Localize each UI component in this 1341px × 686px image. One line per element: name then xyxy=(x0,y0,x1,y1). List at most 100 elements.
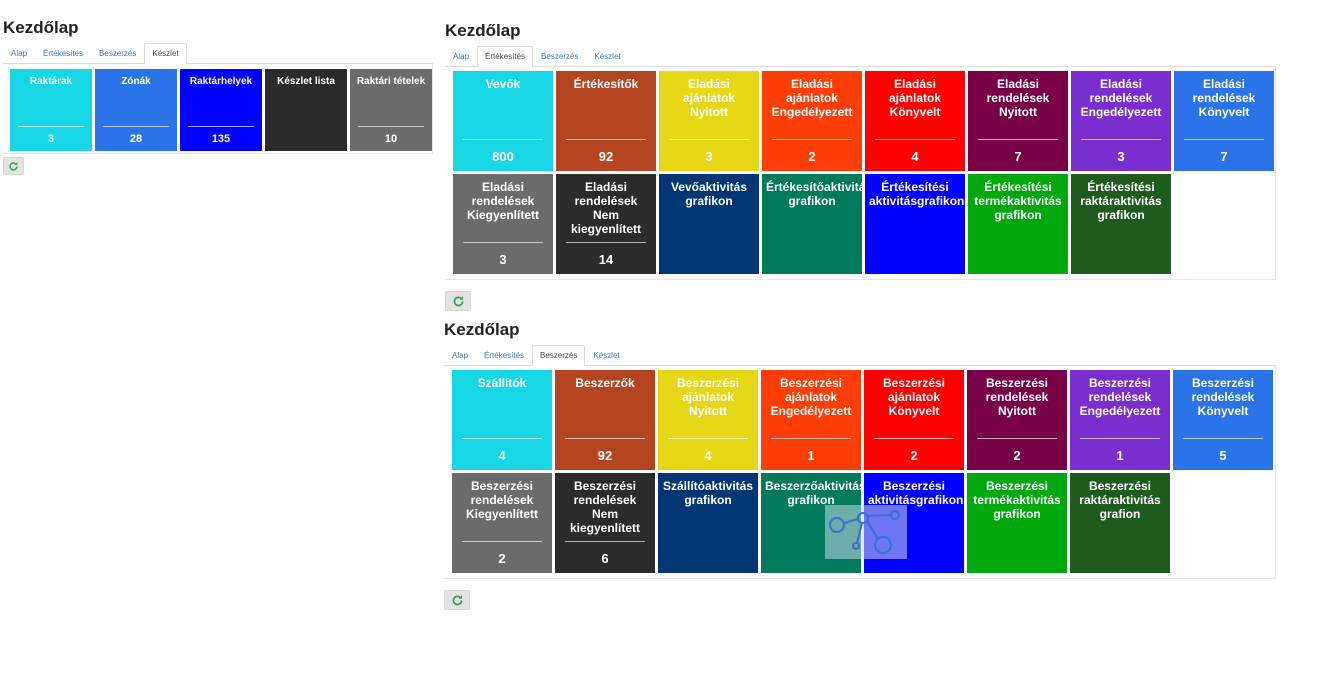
tile-count: 28 xyxy=(129,133,143,145)
tile-divider xyxy=(566,242,646,243)
tile-beszerzesi-ajanlatok-konyvelt[interactable]: Beszerzési ajánlatok Könyvelt 2 xyxy=(864,370,964,470)
tile-divider xyxy=(18,126,84,127)
tile-beszerzesi-rendelesek-konyvelt[interactable]: Beszerzési rendelések Könyvelt 5 xyxy=(1173,370,1273,470)
tile-label: Raktárhelyek xyxy=(189,76,253,87)
tile-ertekesitok[interactable]: Értékesítők 92 xyxy=(556,71,656,171)
tile-divider xyxy=(565,438,645,439)
tile-divider xyxy=(874,438,954,439)
tab-alap[interactable]: Alap xyxy=(445,46,477,66)
tab-ertekesites[interactable]: Értékesítés xyxy=(476,345,532,365)
tab-keszlet[interactable]: Készlet xyxy=(585,345,627,365)
refresh-button[interactable] xyxy=(3,157,24,175)
tile-ertekesitesi-aktivitasgrafikon[interactable]: Értékesítési aktivitásgrafikon xyxy=(865,174,965,274)
tile-divider xyxy=(772,139,852,140)
tile-label: Eladási ajánlatok Nyitott xyxy=(682,77,736,119)
tab-alap[interactable]: Alap xyxy=(444,345,476,365)
tile-eladasi-ajanlatok-nyitott[interactable]: Eladási ajánlatok Nyitott 3 xyxy=(659,71,759,171)
tab-keszlet[interactable]: Készlet xyxy=(586,46,628,66)
tile-beszerzok[interactable]: Beszerzők 92 xyxy=(555,370,655,470)
tile-beszerzesi-rendelesek-nyitott[interactable]: Beszerzési rendelések Nyitott 2 xyxy=(967,370,1067,470)
tile-divider xyxy=(462,438,542,439)
tile-eladasi-rendelesek-konyvelt[interactable]: Eladási rendelések Könyvelt 7 xyxy=(1174,71,1274,171)
tile-beszerzesi-rendelesek-nem-kiegyenlitett[interactable]: Beszerzési rendelések Nem kiegyenlített 6 xyxy=(555,473,655,573)
tile-label: Beszerzők xyxy=(575,376,635,390)
tile-count: 3 xyxy=(705,149,713,164)
tile-count: 6 xyxy=(601,551,609,566)
tile-vevoaktivitas-grafikon[interactable]: Vevőaktivitás grafikon xyxy=(659,174,759,274)
tile-label: Beszerzési rendelések Nem kiegyenlített xyxy=(569,479,641,535)
tab-keszlet[interactable]: Készlet xyxy=(144,43,187,64)
tile-vevok[interactable]: Vevők 800 xyxy=(453,71,553,171)
refresh-button[interactable] xyxy=(445,291,471,311)
tile-label: Eladási ajánlatok Engedélyezett xyxy=(771,77,853,119)
tile-label: Beszerzési raktáraktivitás grafion xyxy=(1079,479,1161,521)
tile-count: 3 xyxy=(499,252,507,267)
tile-beszerzesi-raktaraktivitas-grafion[interactable]: Beszerzési raktáraktivitás grafion xyxy=(1070,473,1170,573)
tile-label: Beszerzési rendelések Engedélyezett xyxy=(1079,376,1161,418)
refresh-icon xyxy=(9,161,18,171)
refresh-icon xyxy=(453,295,463,306)
tile-divider xyxy=(669,139,749,140)
tab-beszerzes[interactable]: Beszerzés xyxy=(533,46,586,66)
tab-alap[interactable]: Alap xyxy=(3,43,35,63)
tile-raktarhelyek[interactable]: Raktárhelyek 135 xyxy=(180,69,262,151)
tile-count: 2 xyxy=(808,149,816,164)
tab-ertekesites[interactable]: Értékesítés xyxy=(35,43,91,63)
tile-label: Készlet lista xyxy=(277,76,335,87)
tile-label: Zónák xyxy=(121,76,151,87)
tile-count: 7 xyxy=(1220,149,1228,164)
tile-label: Értékesítőaktivitás grafikon xyxy=(766,180,873,208)
tile-count: 92 xyxy=(598,149,614,164)
tile-ertekesitesi-raktaraktivitas-grafikon[interactable]: Értékesítési raktáraktivitás grafikon xyxy=(1071,174,1171,274)
tab-beszerzes[interactable]: Beszerzés xyxy=(91,43,144,63)
tile-label: Értékesítési aktivitásgrafikon xyxy=(869,180,965,208)
tile-beszerzesi-ajanlatok-nyitott[interactable]: Beszerzési ajánlatok Nyitott 4 xyxy=(658,370,758,470)
tab-beszerzes[interactable]: Beszerzés xyxy=(532,345,586,366)
tile-divider xyxy=(771,438,851,439)
tile-eladasi-rendelesek-nem-kiegyenlitett[interactable]: Eladási rendelések Nem kiegyenlített 14 xyxy=(556,174,656,274)
tile-eladasi-ajanlatok-engedelyezett[interactable]: Eladási ajánlatok Engedélyezett 2 xyxy=(762,71,862,171)
tile-divider xyxy=(566,139,646,140)
tile-label: Beszerzési termékaktivitás grafikon xyxy=(973,479,1061,521)
tile-eladasi-ajanlatok-konyvelt[interactable]: Eladási ajánlatok Könyvelt 4 xyxy=(865,71,965,171)
tile-count: 2 xyxy=(910,448,918,463)
tile-beszerzesi-termekaktivitas-grafikon[interactable]: Beszerzési termékaktivitás grafikon xyxy=(967,473,1067,573)
tile-label: Raktárak xyxy=(29,76,73,87)
tile-ertekesitoaktivitas-grafikon[interactable]: Értékesítőaktivitás grafikon xyxy=(762,174,873,274)
tile-label: Raktári tételek xyxy=(356,76,426,87)
tile-ertekesitesi-termekaktivitas-grafikon[interactable]: Értékesítési termékaktivitás grafikon xyxy=(968,174,1068,274)
tile-szallitoaktivitas-grafikon[interactable]: Szállítóaktivitás grafikon xyxy=(658,473,758,573)
tile-keszlet-lista[interactable]: Készlet lista xyxy=(265,69,347,151)
tile-beszerzesi-rendelesek-engedelyezett[interactable]: Beszerzési rendelések Engedélyezett 1 xyxy=(1070,370,1170,470)
tile-label: Értékesítési raktáraktivitás grafikon xyxy=(1080,180,1162,222)
tile-divider xyxy=(1183,438,1263,439)
tile-label: Szállítók xyxy=(477,376,527,390)
tile-eladasi-rendelesek-kiegyenlitett[interactable]: Eladási rendelések Kiegyenlített 3 xyxy=(453,174,553,274)
tile-label: Eladási rendelések Könyvelt xyxy=(1192,77,1256,119)
page-title: Kezdőlap xyxy=(445,21,521,40)
tile-divider xyxy=(103,126,169,127)
tile-label: Beszerzési ajánlatok Könyvelt xyxy=(882,376,946,418)
tile-count: 2 xyxy=(1013,448,1021,463)
tile-count: 1 xyxy=(807,448,815,463)
tile-divider xyxy=(358,126,424,127)
tile-divider xyxy=(565,541,645,542)
tile-beszerzesi-rendelesek-kiegyenlitett[interactable]: Beszerzési rendelések Kiegyenlített 2 xyxy=(452,473,552,573)
tile-zonak[interactable]: Zónák 28 xyxy=(95,69,177,151)
tile-szallitok[interactable]: Szállítók 4 xyxy=(452,370,552,470)
tile-divider xyxy=(462,541,542,542)
tile-divider xyxy=(668,438,748,439)
tab-ertekesites[interactable]: Értékesítés xyxy=(477,46,534,67)
dashboard-tabs: Alap Értékesítés Beszerzés Készlet xyxy=(3,43,433,64)
tile-beszerzesi-ajanlatok-engedelyezett[interactable]: Beszerzési ajánlatok Engedélyezett 1 xyxy=(761,370,861,470)
tile-count: 10 xyxy=(384,133,398,145)
tile-raktari-tetelek[interactable]: Raktári tételek 10 xyxy=(350,69,432,151)
tile-label: Eladási rendelések Nyitott xyxy=(986,77,1050,119)
tile-label: Beszerzési ajánlatok Nyitott xyxy=(676,376,740,418)
tile-eladasi-rendelesek-engedelyezett[interactable]: Eladási rendelések Engedélyezett 3 xyxy=(1071,71,1171,171)
tile-raktarak[interactable]: Raktárak 3 xyxy=(10,69,92,151)
refresh-button[interactable] xyxy=(444,590,470,610)
tile-eladasi-rendelesek-nyitott[interactable]: Eladási rendelések Nyitott 7 xyxy=(968,71,1068,171)
tile-divider xyxy=(188,126,254,127)
tile-divider xyxy=(463,139,543,140)
